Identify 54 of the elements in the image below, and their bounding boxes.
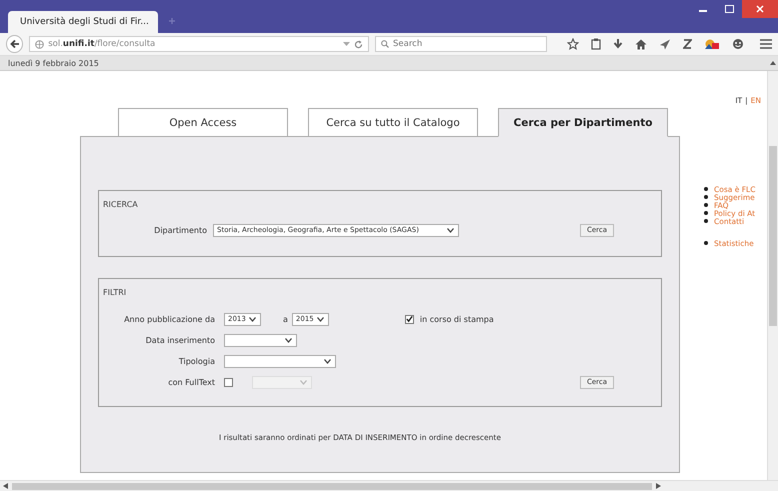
close-button[interactable] <box>742 0 778 18</box>
maximize-icon <box>724 5 734 13</box>
scroll-up-icon[interactable] <box>770 61 776 65</box>
field-label: Tipologia <box>178 356 216 366</box>
section-title: RICERCA <box>103 200 138 209</box>
back-arrow-icon <box>10 39 20 49</box>
field-label: con FullText <box>167 378 216 386</box>
search-icon <box>381 40 389 48</box>
address-bar[interactable]: sol.unifi.it/flore/consulta <box>29 36 369 52</box>
z-icon[interactable] <box>683 39 692 49</box>
vertical-scrollbar[interactable] <box>767 71 778 480</box>
scroll-left-icon[interactable] <box>3 483 8 489</box>
bullet-icon <box>704 203 708 207</box>
menu-icon[interactable] <box>760 39 772 49</box>
clipboard-icon[interactable] <box>591 38 601 50</box>
bullet-icon <box>704 195 708 199</box>
reload-icon[interactable] <box>354 40 363 48</box>
caret-icon <box>300 380 307 384</box>
bullet-icon <box>704 219 708 223</box>
caret-icon <box>447 228 454 232</box>
globe-icon <box>35 40 44 48</box>
back-button[interactable] <box>6 35 24 53</box>
bullet-icon <box>704 211 708 215</box>
tab[interactable]: Open Access <box>118 108 288 137</box>
bullet-icon <box>704 187 708 191</box>
field-label: Anno pubblicazione da <box>123 314 216 324</box>
extension-icon[interactable] <box>704 38 720 50</box>
checkbox[interactable] <box>224 378 233 386</box>
smiley-icon[interactable] <box>732 38 744 50</box>
browser-tab[interactable]: Università degli Studi di Fir... <box>8 11 158 33</box>
tab-title: Università degli Studi di Fir... <box>20 17 149 27</box>
home-icon[interactable] <box>635 38 647 50</box>
close-icon <box>756 5 764 13</box>
star-icon[interactable] <box>567 38 579 50</box>
caret-icon <box>285 338 292 342</box>
caret-icon <box>316 316 324 322</box>
horizontal-scrollbar[interactable] <box>0 480 778 491</box>
checkbox-label: in corso di stampa <box>420 314 494 324</box>
field-label: Data inserimento <box>144 336 216 344</box>
url-text: sol.unifi.it/flore/consulta <box>48 39 156 49</box>
search-field[interactable]: Search <box>375 36 547 52</box>
field-label: a <box>283 314 288 324</box>
caret-icon <box>324 358 331 364</box>
tab[interactable]: Cerca su tutto il Catalogo <box>308 108 478 137</box>
tab[interactable]: Cerca per Dipartimento <box>498 108 668 137</box>
section-title: FILTRI <box>103 288 126 297</box>
checkbox[interactable] <box>404 314 414 324</box>
download-icon[interactable] <box>613 38 623 50</box>
field-label: Dipartimento <box>153 226 208 234</box>
send-icon[interactable] <box>659 38 671 50</box>
scroll-right-icon[interactable] <box>656 483 661 489</box>
caret-icon <box>249 316 256 322</box>
date-text: lunedì 9 febbraio 2015 <box>8 58 99 68</box>
bullet-icon <box>704 241 708 245</box>
